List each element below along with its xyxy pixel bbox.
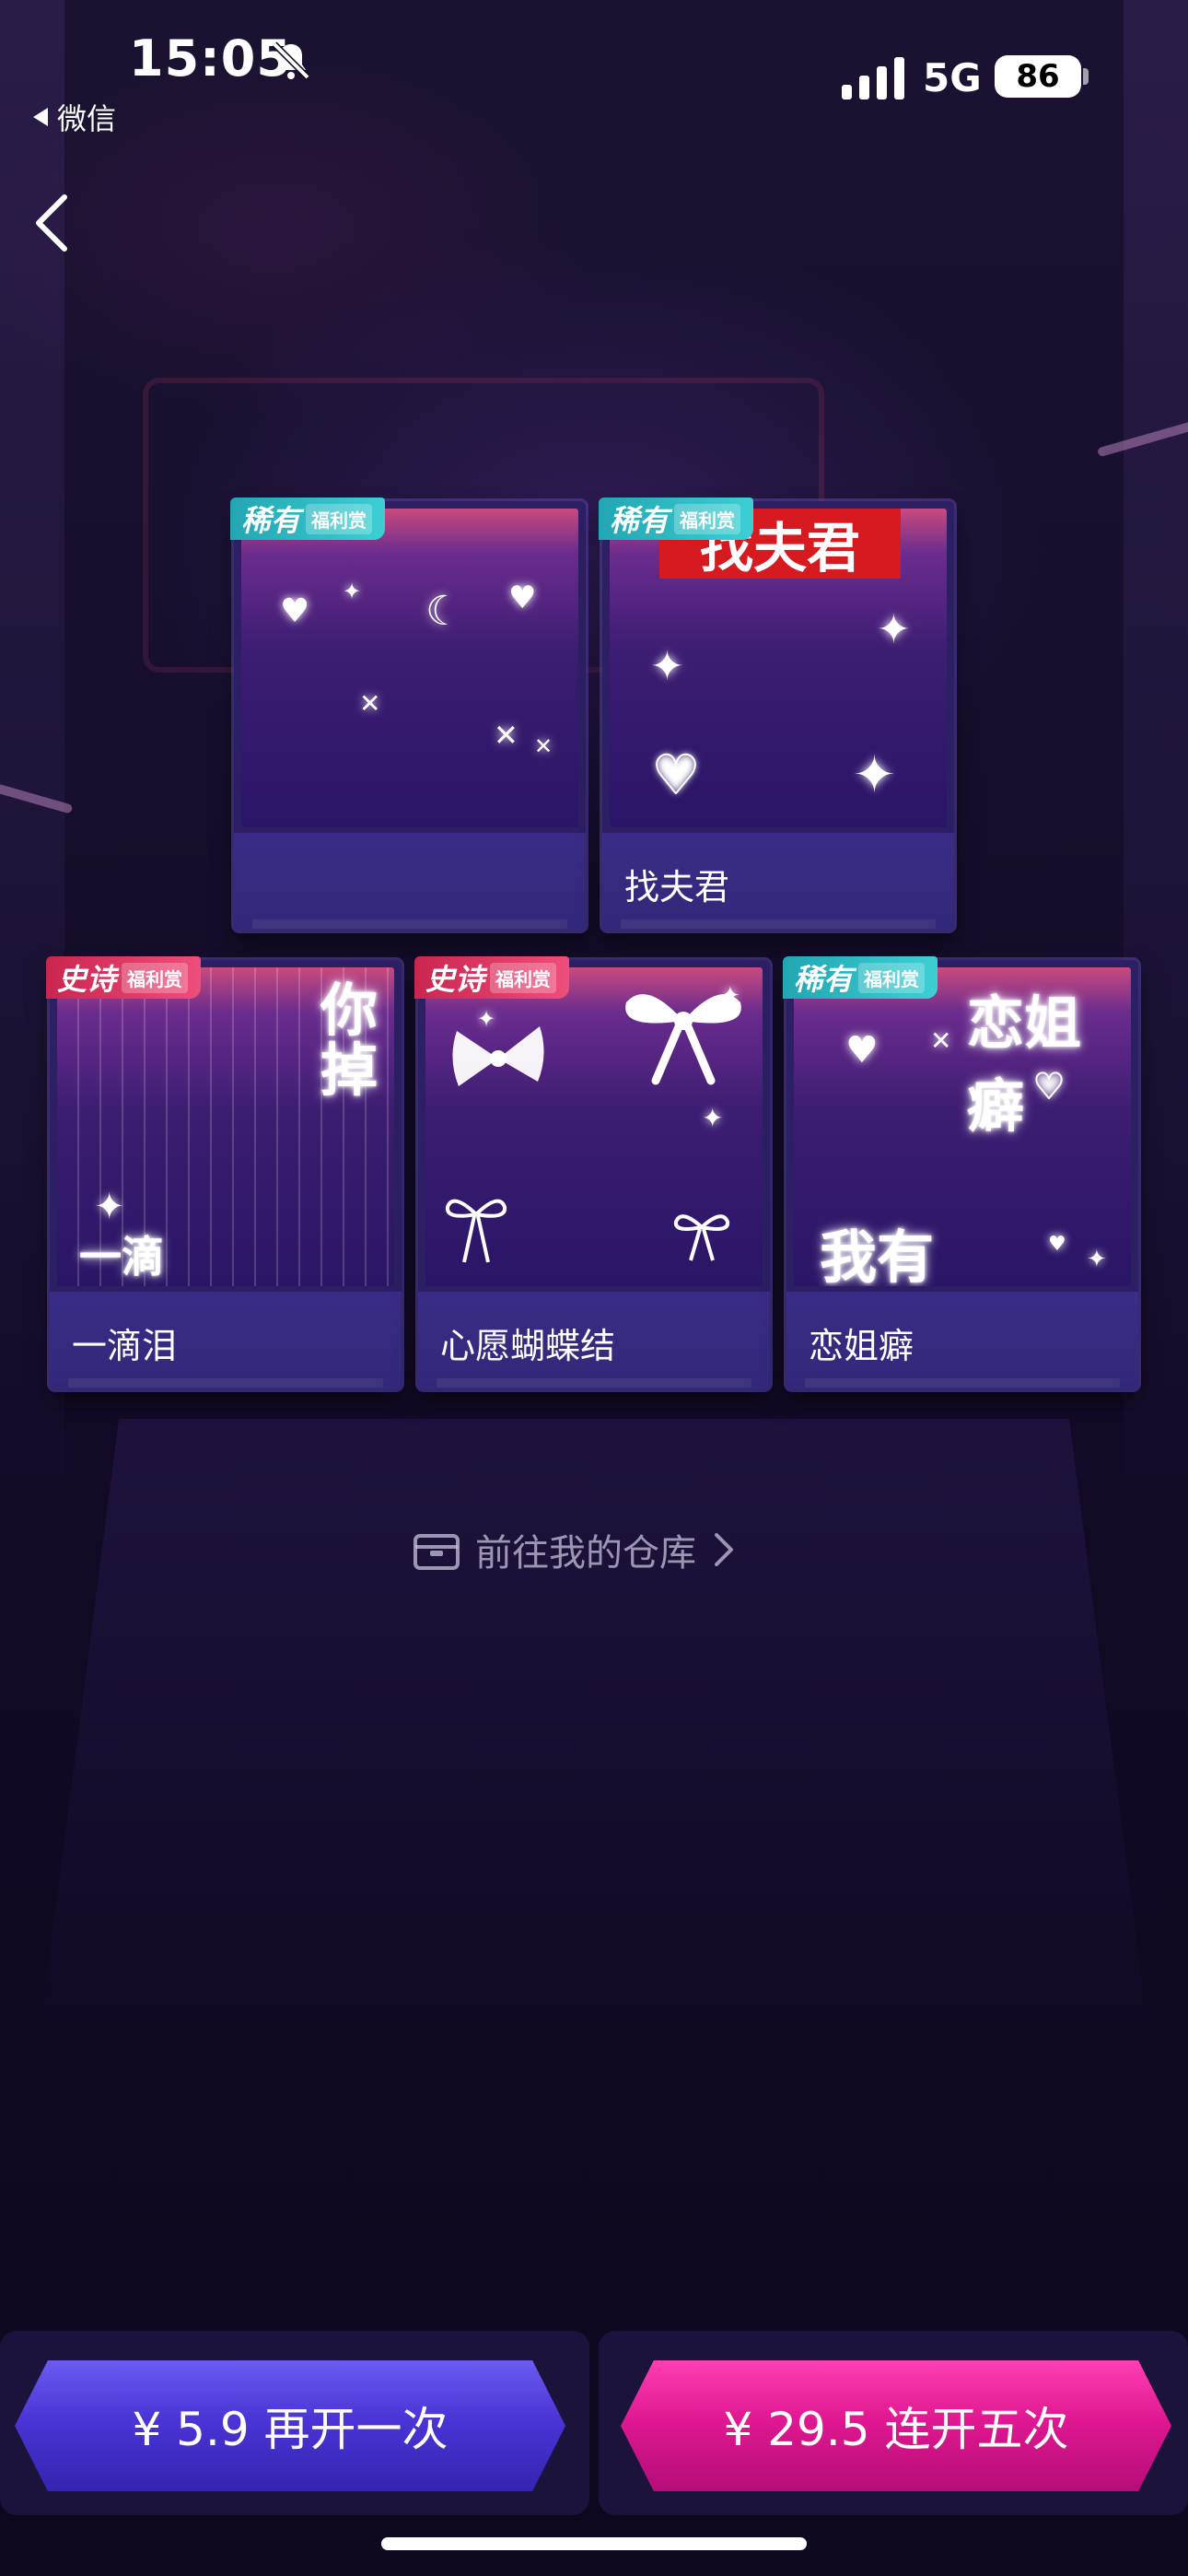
- warehouse-link-label: 前往我的仓库: [475, 1532, 696, 1575]
- reward-card[interactable]: 你掉 ✦ 一滴 一滴泪 史诗 福利赏: [46, 956, 402, 1389]
- card-frame: 恋姐癖 ♥ ✕ ♥ 我有 ♥ ✦ 恋姐癖: [786, 960, 1138, 1389]
- rarity-badge: 稀有 福利赏: [599, 498, 754, 540]
- sparkle-icon: ✕: [494, 718, 518, 753]
- reward-card[interactable]: ✦ ✦ ✦ 心愿蝴蝶结 史诗 福利赏: [414, 956, 770, 1389]
- reward-card[interactable]: ♥ ✦ ☾ ♥ ✕ ✕ ✕ 稀有 福利赏: [230, 498, 586, 931]
- sparkle-icon: ✦: [343, 579, 362, 604]
- chevron-left-icon[interactable]: [26, 188, 81, 258]
- battery-icon: 86: [995, 55, 1081, 98]
- card-frame: 找夫君 ✦ ✦ ♥ ✦ 找夫君: [602, 501, 954, 931]
- sparkle-icon: ✦: [650, 643, 684, 690]
- rarity-badge: 稀有 福利赏: [230, 498, 386, 540]
- badge-sub: 福利赏: [122, 962, 189, 993]
- card-foot: [805, 1378, 1120, 1388]
- card-title: 心愿蝴蝶结: [440, 1326, 616, 1366]
- card-art: 你掉 ✦ 一滴: [57, 967, 394, 1286]
- rarity-badge: 稀有 福利赏: [783, 956, 938, 999]
- sparkle-icon: ✕: [534, 733, 553, 759]
- sparkle-icon: ✦: [702, 1103, 724, 1133]
- sparkle-icon: ✦: [877, 606, 911, 653]
- sparkle-icon: ✦: [477, 1006, 496, 1032]
- badge-tier: 史诗: [57, 962, 117, 997]
- screen: 15:05 微信 5G 86 ♥ ✦ ☾ ♥ ✕ ✕ ✕ 稀有 福利赏 找夫君 …: [0, 0, 1188, 2576]
- card-frame: ♥ ✦ ☾ ♥ ✕ ✕ ✕: [234, 501, 586, 931]
- sparkle-icon: ✦: [720, 982, 740, 1010]
- badge-sub: 福利赏: [674, 503, 741, 534]
- bg-neon-text: [939, 157, 995, 396]
- badge-sub: 福利赏: [306, 503, 373, 534]
- card-title: 找夫君: [624, 867, 730, 907]
- card-art: 找夫君 ✦ ✦ ♥ ✦: [610, 509, 947, 827]
- heart-outline-icon: ♥: [651, 744, 701, 806]
- card-frame: ✦ ✦ ✦ 心愿蝴蝶结: [418, 960, 770, 1389]
- card-art: ✦ ✦ ✦: [425, 967, 763, 1286]
- badge-tier: 稀有: [610, 503, 670, 538]
- badge-sub: 福利赏: [858, 962, 926, 993]
- card-art: 恋姐癖 ♥ ✕ ♥ 我有 ♥ ✦: [794, 967, 1131, 1286]
- heart-icon: ♥: [280, 592, 310, 630]
- back-to-app[interactable]: 微信: [33, 96, 116, 138]
- reward-card[interactable]: 恋姐癖 ♥ ✕ ♥ 我有 ♥ ✦ 恋姐癖 稀有 福利赏: [783, 956, 1138, 1389]
- heart-icon: ♥: [845, 1029, 879, 1071]
- card-foot: [437, 1378, 751, 1388]
- card-foot: [621, 919, 936, 929]
- card-title: 一滴泪: [72, 1326, 178, 1366]
- battery-level: 86: [1016, 58, 1060, 95]
- card-title: 恋姐癖: [809, 1326, 914, 1366]
- reward-card[interactable]: 找夫君 ✦ ✦ ♥ ✦ 找夫君 稀有 福利赏: [599, 498, 954, 931]
- badge-tier: 稀有: [241, 503, 301, 538]
- sparkle-icon: ✦: [94, 1186, 125, 1228]
- bow-outline-icon: [673, 1214, 730, 1261]
- bow-outline-icon: [445, 1199, 507, 1263]
- back-app-label: 微信: [57, 101, 117, 136]
- bell-muted-icon: [272, 41, 310, 80]
- card-foot: [68, 1378, 383, 1388]
- rarity-badge: 史诗 福利赏: [46, 956, 202, 999]
- heart-icon: ♥: [508, 580, 537, 616]
- sparkle-icon: ✦: [853, 745, 896, 805]
- back-triangle-icon: [33, 108, 48, 126]
- card-label-area: [234, 833, 586, 931]
- sparkle-icon: ✦: [1087, 1246, 1107, 1273]
- heart-icon: ♥: [1048, 1233, 1066, 1256]
- badge-sub: 福利赏: [490, 962, 557, 993]
- box-icon: [413, 1534, 460, 1570]
- card-art-title: 你掉: [320, 977, 379, 1105]
- moon-icon: ☾: [425, 588, 462, 635]
- warehouse-link[interactable]: 前往我的仓库: [413, 1520, 737, 1579]
- card-art-subtext: 我有: [820, 1224, 935, 1286]
- status-time: 15:05: [129, 29, 292, 88]
- home-indicator[interactable]: [381, 2537, 807, 2550]
- chevron-right-icon: [715, 1533, 733, 1566]
- card-frame: 你掉 ✦ 一滴 一滴泪: [50, 960, 402, 1389]
- battery-cap: [1083, 68, 1089, 85]
- sparkle-icon: ✕: [930, 1025, 952, 1056]
- card-art-title: 恋姐癖: [967, 989, 1082, 1140]
- signal-icon: [842, 57, 904, 100]
- rarity-badge: 史诗 福利赏: [414, 956, 570, 999]
- card-art-subtext: 一滴: [79, 1232, 164, 1282]
- badge-tier: 稀有: [794, 962, 854, 997]
- network-type: 5G: [923, 55, 982, 100]
- card-foot: [252, 919, 567, 929]
- heart-outline-icon: ♥: [1032, 1066, 1066, 1107]
- open-five-button[interactable]: ¥ 29.5 连开五次: [621, 2360, 1171, 2491]
- card-art: ♥ ✦ ☾ ♥ ✕ ✕ ✕: [241, 509, 578, 827]
- sparkle-icon: ✕: [359, 688, 381, 719]
- bow-icon: [452, 1026, 544, 1086]
- open-once-button[interactable]: ¥ 5.9 再开一次: [15, 2360, 565, 2491]
- badge-tier: 史诗: [425, 962, 485, 997]
